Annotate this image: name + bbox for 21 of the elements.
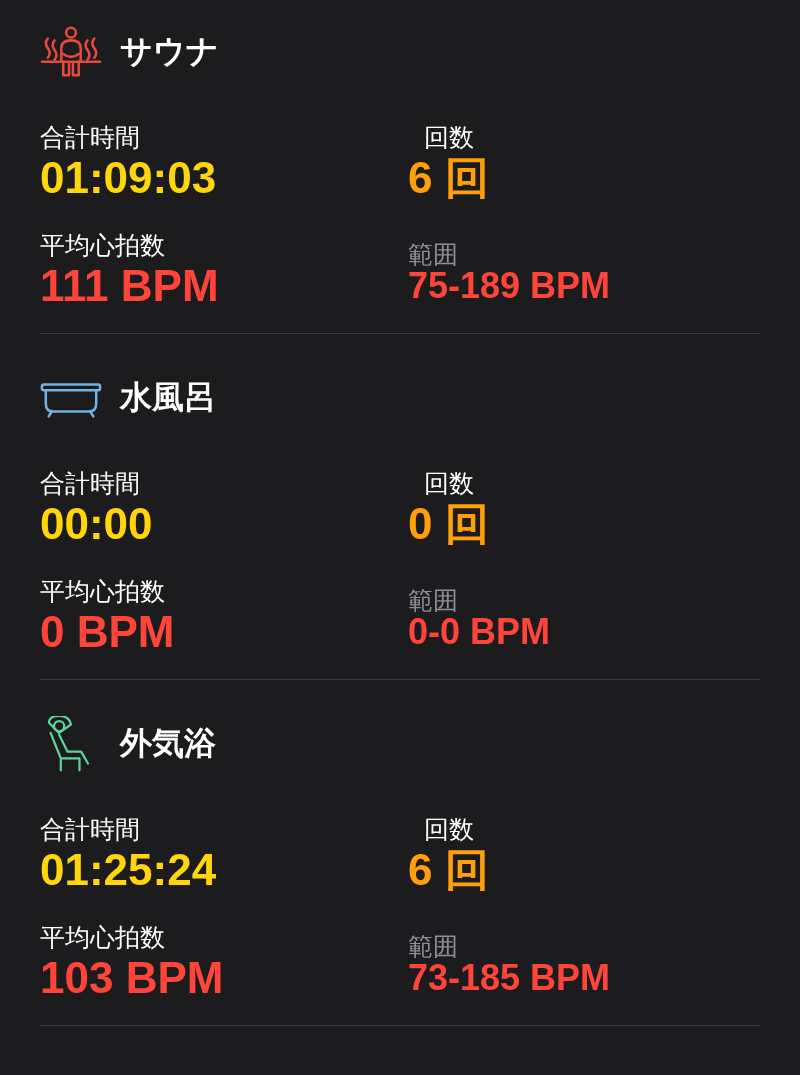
stat-value: 111 BPM [40, 261, 219, 311]
stat-value: 6 回 [408, 845, 489, 895]
stat-value: 0 回 [408, 499, 489, 549]
stat-value: 01:25:24 [40, 845, 217, 895]
stat-label: 回数 [424, 815, 474, 845]
stat-value: 0 BPM [40, 607, 175, 657]
stat-label: 合計時間 [40, 815, 140, 845]
stat-label: 平均心拍数 [40, 577, 165, 607]
section-title: 外気浴 [120, 723, 216, 764]
stat-label: 合計時間 [40, 469, 140, 499]
stat-label: 回数 [424, 123, 474, 153]
stat-value: 01:09:03 [40, 153, 217, 203]
stat-value: 00:00 [40, 499, 153, 549]
stat-label: 平均心拍数 [40, 231, 165, 261]
stat-label: 回数 [424, 469, 474, 499]
section-title: サウナ [120, 31, 219, 72]
stat-label: 平均心拍数 [40, 923, 165, 953]
stat-label: 合計時間 [40, 123, 140, 153]
stat-value: 6 回 [408, 153, 489, 203]
stat-value: 103 BPM [40, 953, 224, 1003]
section-title: 水風呂 [120, 377, 216, 418]
